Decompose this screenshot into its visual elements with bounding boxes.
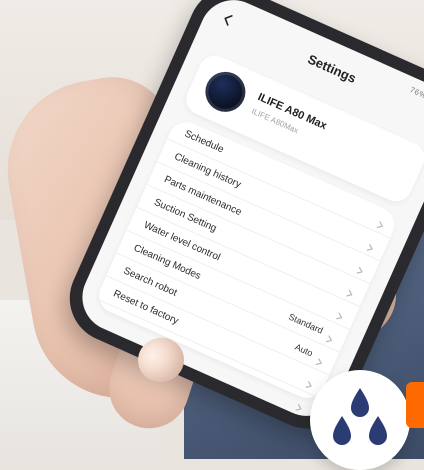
chevron-right-icon	[325, 330, 337, 343]
chevron-right-icon	[315, 353, 327, 365]
water-drop-icon	[364, 414, 392, 450]
chevron-right-icon	[376, 216, 388, 228]
chevron-right-icon	[366, 238, 378, 251]
chevron-right-icon	[346, 284, 358, 297]
chevron-right-icon	[305, 375, 317, 388]
water-drops-icon	[310, 370, 410, 470]
chevron-right-icon	[356, 261, 368, 274]
robot-vacuum-image	[198, 65, 252, 119]
orange-accent-tab	[406, 382, 424, 428]
water-drop-icon	[328, 414, 356, 450]
chevron-right-icon	[336, 307, 348, 320]
chevron-right-icon	[295, 398, 307, 411]
